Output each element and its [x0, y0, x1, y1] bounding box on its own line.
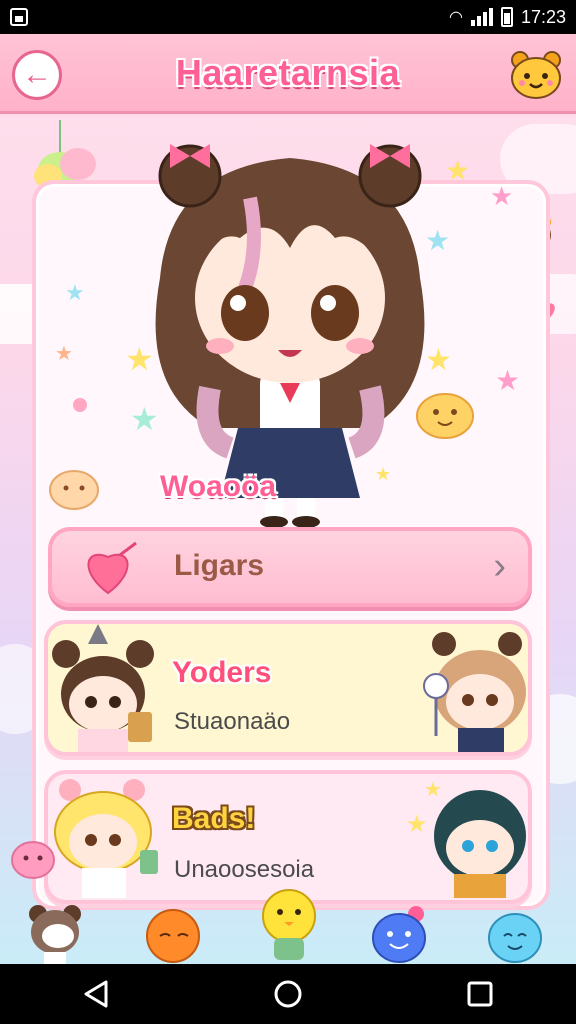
bads-title: Bads! [172, 802, 256, 835]
wifi-icon: ◠ [448, 9, 463, 26]
nav-home-icon [274, 980, 302, 1008]
bear-face-icon[interactable] [508, 46, 564, 102]
nav-recent-button[interactable] [450, 969, 510, 1019]
likes-row[interactable]: Ligars › [48, 527, 532, 607]
svg-text:★: ★ [55, 343, 73, 365]
svg-text:★: ★ [65, 280, 85, 305]
mascot-bar [0, 880, 576, 964]
cyan-mascot-icon[interactable] [486, 910, 544, 964]
app-title: Haaretarnsia [175, 52, 401, 93]
svg-text:★: ★ [424, 779, 442, 801]
likes-label: Ligars [174, 549, 265, 582]
nav-home-button[interactable] [258, 969, 318, 1019]
heart-icon [87, 541, 137, 595]
yoders-title: Yoders [172, 656, 272, 689]
nav-back-icon [84, 980, 108, 1008]
character-avatar [155, 144, 425, 528]
signal-icon [470, 8, 493, 26]
chevron-right-icon: › [493, 545, 506, 587]
character-name: Woaoöa [160, 470, 277, 503]
smiley-bubble-decoration [416, 393, 474, 439]
brown-hair-character-icon [52, 624, 154, 752]
yoders-subtitle: Stuaonaäo [174, 708, 291, 735]
blonde-character-icon [423, 632, 526, 752]
status-bar: ◠ 17:23 [0, 0, 576, 34]
yoders-row[interactable]: Yoders Stuaonaäo [44, 620, 532, 756]
svg-text:★: ★ [490, 181, 513, 211]
gallery-notification-icon [10, 8, 28, 26]
nav-recent-icon [467, 981, 493, 1007]
yellow-chick-mascot-icon[interactable] [258, 886, 320, 964]
nav-back-button[interactable] [66, 969, 126, 1019]
blue-mascot-icon[interactable] [370, 904, 428, 964]
battery-icon [500, 7, 513, 27]
status-time: 17:23 [520, 6, 566, 27]
system-nav-bar [0, 964, 576, 1024]
svg-text:★: ★ [406, 811, 428, 838]
orange-mascot-icon[interactable] [144, 904, 202, 964]
panda-mascot-icon[interactable] [26, 902, 84, 964]
pink-blob-decoration [11, 841, 55, 879]
app-header: ← Haaretarnsia [0, 34, 576, 114]
svg-text:★: ★ [495, 365, 520, 396]
speech-bubble-decoration [49, 470, 99, 510]
